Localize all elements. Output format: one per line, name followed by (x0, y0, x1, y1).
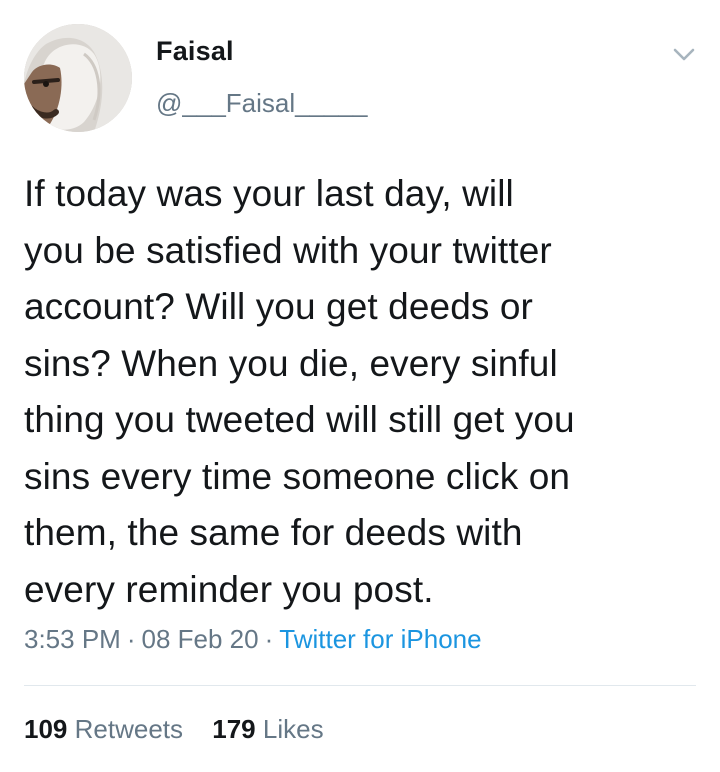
tweet-card: Faisal @___Faisal_____ If today was your… (0, 0, 720, 772)
chevron-down-icon[interactable] (668, 40, 700, 68)
retweets-count: 109 (24, 714, 68, 744)
tweet-stats: 109 Retweets 179 Likes (24, 714, 324, 745)
avatar[interactable] (24, 24, 132, 132)
retweets-label: Retweets (74, 714, 184, 744)
likes-label: Likes (262, 714, 324, 744)
tweet-source-link[interactable]: Twitter for iPhone (279, 624, 481, 654)
likes-count: 179 (212, 714, 256, 744)
tweet-date[interactable]: 08 Feb 20 (142, 624, 259, 654)
display-name[interactable]: Faisal (156, 36, 234, 67)
avatar-photo (24, 24, 132, 132)
meta-separator: · (126, 624, 136, 654)
divider (24, 685, 696, 686)
tweet-meta: 3:53 PM · 08 Feb 20 · Twitter for iPhone (24, 624, 482, 655)
tweet-text: If today was your last day, will you be … (24, 173, 575, 610)
meta-separator: · (264, 624, 274, 654)
tweet-time[interactable]: 3:53 PM (24, 624, 121, 654)
user-handle[interactable]: @___Faisal_____ (156, 88, 367, 119)
retweets-stat[interactable]: 109 Retweets (24, 714, 183, 744)
likes-stat[interactable]: 179 Likes (212, 714, 323, 744)
